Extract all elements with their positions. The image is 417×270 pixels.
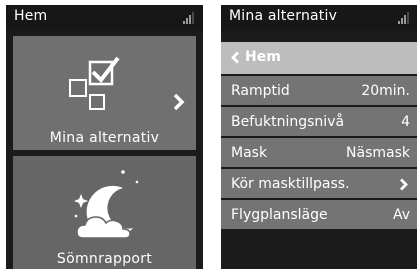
menu-item-value: 4 (401, 114, 410, 130)
menu-item-humidity-level[interactable]: Befuktningsnivå 4 (221, 107, 417, 138)
back-button[interactable]: Hem (221, 42, 417, 74)
menu-item-airplane-mode[interactable]: Flygplansläge Av (221, 200, 417, 231)
options-screen: Mina alternativ Hem Ramptid 20min. Befuk… (221, 5, 417, 269)
signal-icon (183, 12, 195, 24)
chevron-right-icon (400, 178, 408, 191)
menu-item-label: Flygplansläge (231, 207, 328, 223)
chevron-right-icon (173, 93, 185, 111)
status-bar: Mina alternativ (221, 5, 417, 31)
status-bar: Hem (6, 5, 203, 31)
menu-item-label: Mask (231, 145, 268, 161)
tile-sleep-report[interactable]: Sömnrapport (13, 156, 196, 269)
menu-item-ramp-time[interactable]: Ramptid 20min. (221, 76, 417, 107)
screen-title: Mina alternativ (229, 8, 338, 24)
screen-title: Hem (14, 8, 48, 24)
menu-item-label: Befuktningsnivå (231, 114, 345, 130)
tile-label: Mina alternativ (49, 130, 160, 146)
signal-icon (398, 12, 410, 24)
menu-item-label: Kör masktillpass. (231, 176, 350, 192)
home-screen: Hem Mina alternativ Sömnrapport (6, 5, 203, 269)
tile-label: Sömnrapport (56, 251, 153, 267)
moon-cloud-icon (74, 170, 139, 239)
menu-item-mask-fit[interactable]: Kör masktillpass. (221, 169, 417, 200)
menu-item-value: 20min. (361, 83, 410, 99)
menu-item-value: Av (392, 207, 410, 223)
menu-item-value: Näsmask (346, 145, 410, 161)
chevron-left-icon (231, 51, 239, 64)
menu-item-label: Ramptid (231, 83, 290, 99)
tile-my-options[interactable]: Mina alternativ (13, 36, 196, 150)
options-icon (69, 56, 120, 110)
back-label: Hem (245, 49, 281, 65)
menu-item-mask[interactable]: Mask Näsmask (221, 138, 417, 169)
